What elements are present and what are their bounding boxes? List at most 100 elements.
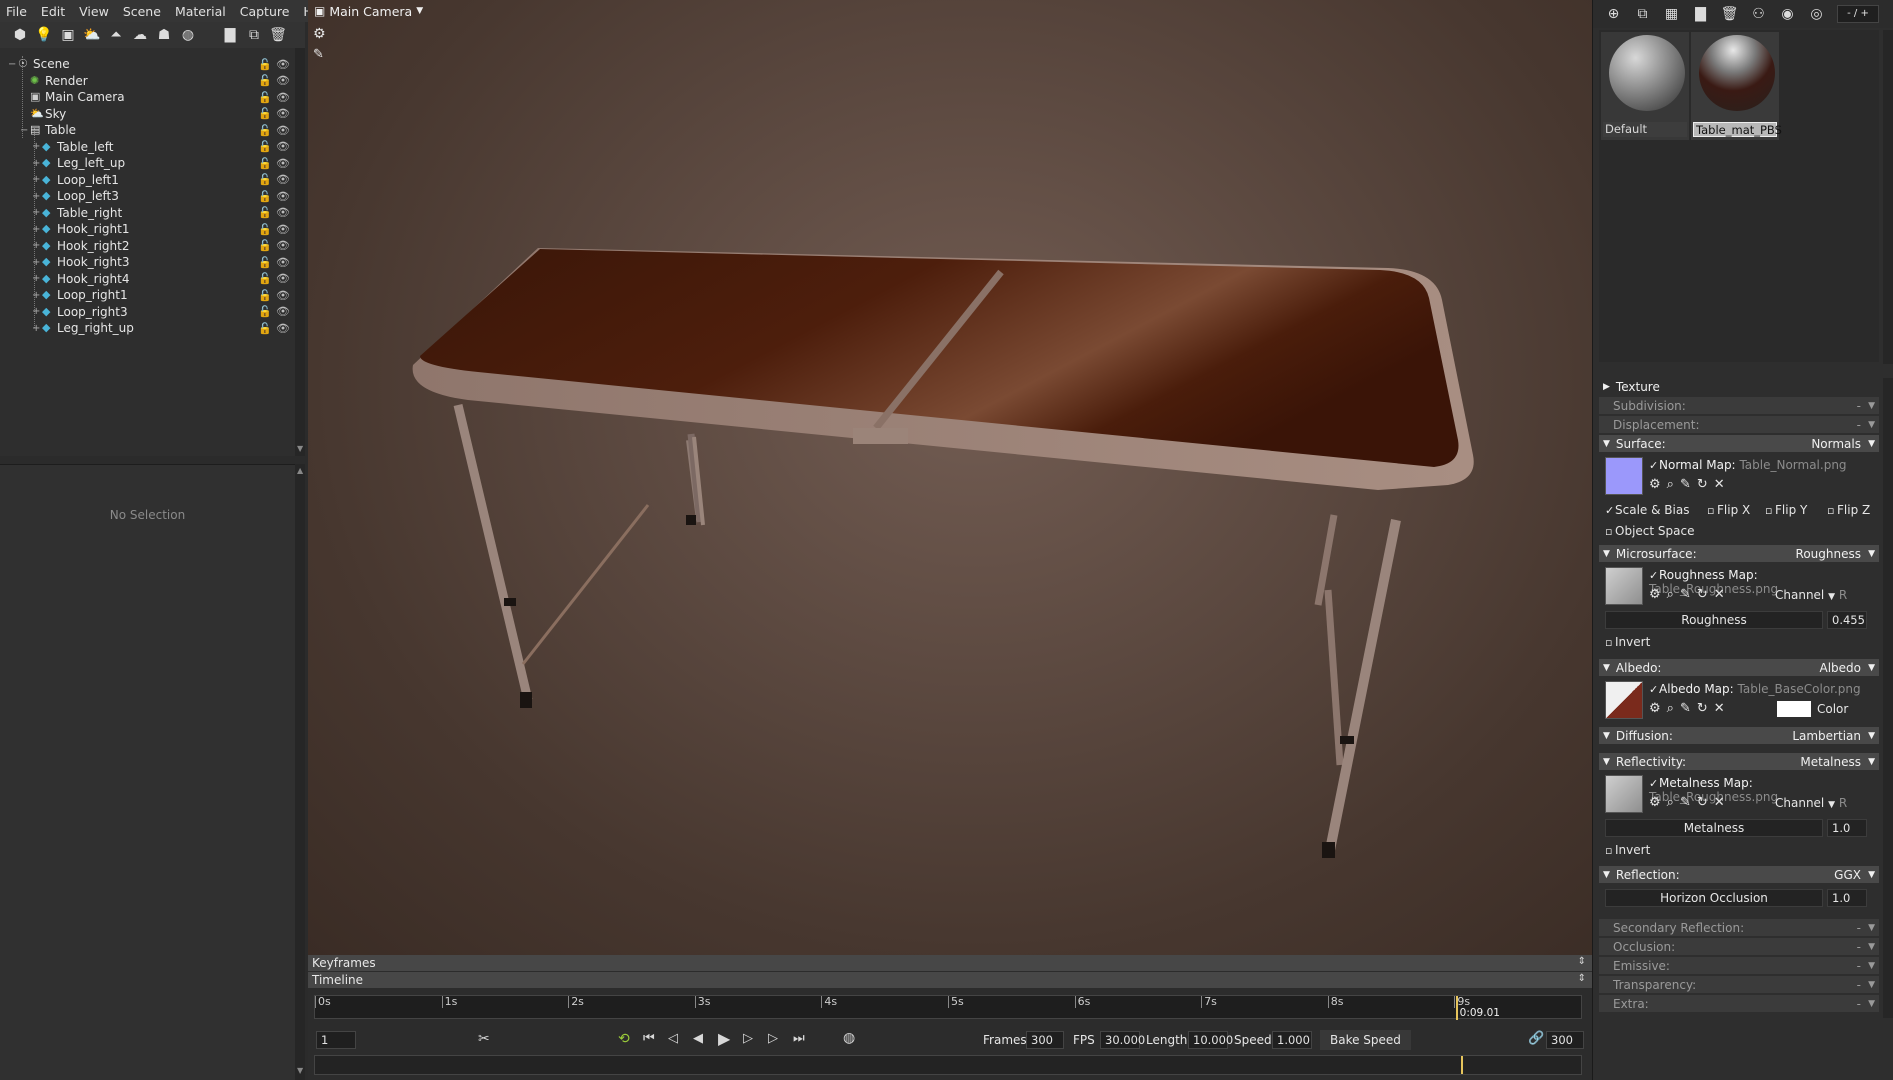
folder-icon[interactable]: ▇	[218, 24, 242, 46]
expand-icon[interactable]: +	[32, 306, 42, 317]
eye-icon[interactable]: 👁	[276, 91, 290, 104]
outliner-item[interactable]: + ◆ Loop_left3 🔓 👁	[0, 188, 295, 205]
menu-view[interactable]: View	[73, 4, 117, 19]
play-icon[interactable]: ▶	[718, 1029, 730, 1048]
pencil-icon[interactable]: ✎	[1680, 587, 1691, 602]
outliner-item[interactable]: + ◆ Loop_right3 🔓 👁	[0, 304, 295, 321]
flip-x-checkbox[interactable]: ▫ Flip X	[1707, 503, 1750, 517]
trash-icon[interactable]: 🗑	[266, 24, 290, 46]
scroll-down-icon[interactable]: ▼	[297, 1066, 303, 1075]
eye-icon[interactable]: 👁	[276, 74, 290, 87]
expand-icon[interactable]: +	[32, 257, 42, 268]
selection-scrollbar[interactable]	[295, 464, 305, 1080]
outliner-scrollbar[interactable]	[295, 48, 305, 456]
lock-icon[interactable]: 🔓	[258, 272, 272, 285]
prev-key-icon[interactable]: ◁	[668, 1031, 678, 1046]
pencil-icon[interactable]: ✎	[1680, 795, 1691, 810]
compass-icon[interactable]: ◎	[1802, 3, 1831, 25]
close-icon[interactable]: ✕	[1714, 701, 1725, 716]
expand-icon[interactable]: ⇕	[1578, 956, 1586, 967]
search-icon[interactable]: ⌕	[1667, 795, 1674, 810]
add-shadow-catcher-icon[interactable]: ☗	[152, 24, 176, 46]
add-sky-icon[interactable]: ⛅	[80, 24, 104, 46]
outliner-item[interactable]: + ◆ Table_left 🔓 👁	[0, 139, 295, 156]
roughness-value[interactable]: 0.455	[1827, 611, 1867, 629]
pick-material-icon[interactable]: ◉	[1773, 3, 1802, 25]
eye-icon[interactable]: 👁	[276, 58, 290, 71]
extra-section[interactable]: Extra: - ▼	[1599, 995, 1879, 1012]
add-mesh-icon[interactable]: ⬢	[8, 24, 32, 46]
eye-icon[interactable]: 👁	[276, 173, 290, 186]
eye-icon[interactable]: 👁	[276, 239, 290, 252]
camera-selector[interactable]: Main Camera	[329, 4, 412, 19]
lock-icon[interactable]: 🔓	[258, 107, 272, 120]
material-tile-selected[interactable]: Table_mat_PBS	[1691, 32, 1782, 140]
outliner-item[interactable]: + ◆ Leg_right_up 🔓 👁	[0, 320, 295, 337]
eye-icon[interactable]: 👁	[276, 289, 290, 302]
expand-icon[interactable]: +	[32, 158, 42, 169]
search-icon[interactable]: ⌕	[1667, 701, 1674, 716]
close-icon[interactable]: ✕	[1714, 795, 1725, 810]
lock-icon[interactable]: 🔓	[258, 157, 272, 170]
check-icon[interactable]: ✓	[1649, 569, 1659, 582]
trash-icon[interactable]: 🗑	[1715, 3, 1744, 25]
expand-icon[interactable]: +	[32, 224, 42, 235]
eye-icon[interactable]: 👁	[276, 322, 290, 335]
collapse-icon[interactable]: ⇕	[1578, 973, 1586, 984]
outliner-item[interactable]: + ◆ Hook_right3 🔓 👁	[0, 254, 295, 271]
lock-icon[interactable]: 🔓	[258, 74, 272, 87]
scissors-icon[interactable]: ✂	[478, 1031, 490, 1047]
gear-icon[interactable]: ⚙	[1649, 701, 1661, 716]
check-icon[interactable]: ✓	[1649, 459, 1659, 472]
assign-material-icon[interactable]: ⚇	[1744, 3, 1773, 25]
lock-icon[interactable]: 🔓	[258, 58, 272, 71]
keyframes-header[interactable]: Keyframes	[308, 955, 1592, 971]
add-shadow-icon[interactable]: ⏶	[104, 24, 128, 46]
occlusion-section[interactable]: Occlusion: - ▼	[1599, 938, 1879, 955]
expand-icon[interactable]: −	[20, 125, 30, 136]
gear-icon[interactable]: ⚙	[1649, 477, 1661, 492]
channel-selector[interactable]: Channel ▼ R	[1775, 796, 1847, 810]
expand-icon[interactable]: −	[8, 59, 18, 70]
link-icon[interactable]: 🔗	[1528, 1031, 1544, 1046]
menu-material[interactable]: Material	[169, 4, 234, 19]
refresh-icon[interactable]: ↻	[1697, 701, 1708, 716]
current-frame-input[interactable]: 1	[316, 1031, 356, 1049]
albedo-map-thumbnail[interactable]	[1605, 681, 1643, 719]
eye-icon[interactable]: 👁	[276, 272, 290, 285]
object-space-checkbox[interactable]: ▫ Object Space	[1605, 524, 1694, 538]
end-frame-input[interactable]: 300	[1546, 1031, 1584, 1049]
menu-capture[interactable]: Capture	[234, 4, 298, 19]
scroll-down-icon[interactable]: ▼	[297, 444, 303, 453]
expand-icon[interactable]: +	[32, 207, 42, 218]
lock-icon[interactable]: 🔓	[258, 173, 272, 186]
skip-end-icon[interactable]: ⏭	[793, 1031, 805, 1046]
keyframe-track[interactable]	[314, 1055, 1582, 1075]
length-input[interactable]: 10.000	[1188, 1031, 1233, 1049]
horizon-occlusion-slider[interactable]: Horizon Occlusion	[1605, 889, 1823, 907]
search-icon[interactable]: ⌕	[1667, 587, 1674, 602]
duplicate-icon[interactable]: ⧉	[242, 24, 266, 46]
speed-input[interactable]: 1.000	[1272, 1031, 1312, 1049]
lock-icon[interactable]: 🔓	[258, 322, 272, 335]
lock-icon[interactable]: 🔓	[258, 190, 272, 203]
expand-icon[interactable]: +	[32, 323, 42, 334]
gear-icon[interactable]: ⚙	[1649, 587, 1661, 602]
bake-speed-button[interactable]: Bake Speed	[1320, 1030, 1411, 1050]
expand-icon[interactable]: +	[32, 141, 42, 152]
eye-icon[interactable]: 👁	[276, 223, 290, 236]
chevron-down-icon[interactable]: ▼	[416, 6, 423, 16]
lock-icon[interactable]: 🔓	[258, 140, 272, 153]
menu-edit[interactable]: Edit	[35, 4, 73, 19]
expand-icon[interactable]: +	[32, 290, 42, 301]
eye-icon[interactable]: 👁	[276, 305, 290, 318]
lock-icon[interactable]: 🔓	[258, 206, 272, 219]
lock-icon[interactable]: 🔓	[258, 223, 272, 236]
secondary-reflection-section[interactable]: Secondary Reflection: - ▼	[1599, 919, 1879, 936]
outliner-item[interactable]: + ◆ Loop_right1 🔓 👁	[0, 287, 295, 304]
outliner-item[interactable]: + ◆ Hook_right2 🔓 👁	[0, 238, 295, 255]
horizon-occlusion-value[interactable]: 1.0	[1827, 889, 1867, 907]
metalness-value[interactable]: 1.0	[1827, 819, 1867, 837]
reflectivity-section[interactable]: ▼ Reflectivity: Metalness ▼	[1599, 753, 1879, 770]
roughness-invert-checkbox[interactable]: ▫ Invert	[1605, 635, 1650, 649]
